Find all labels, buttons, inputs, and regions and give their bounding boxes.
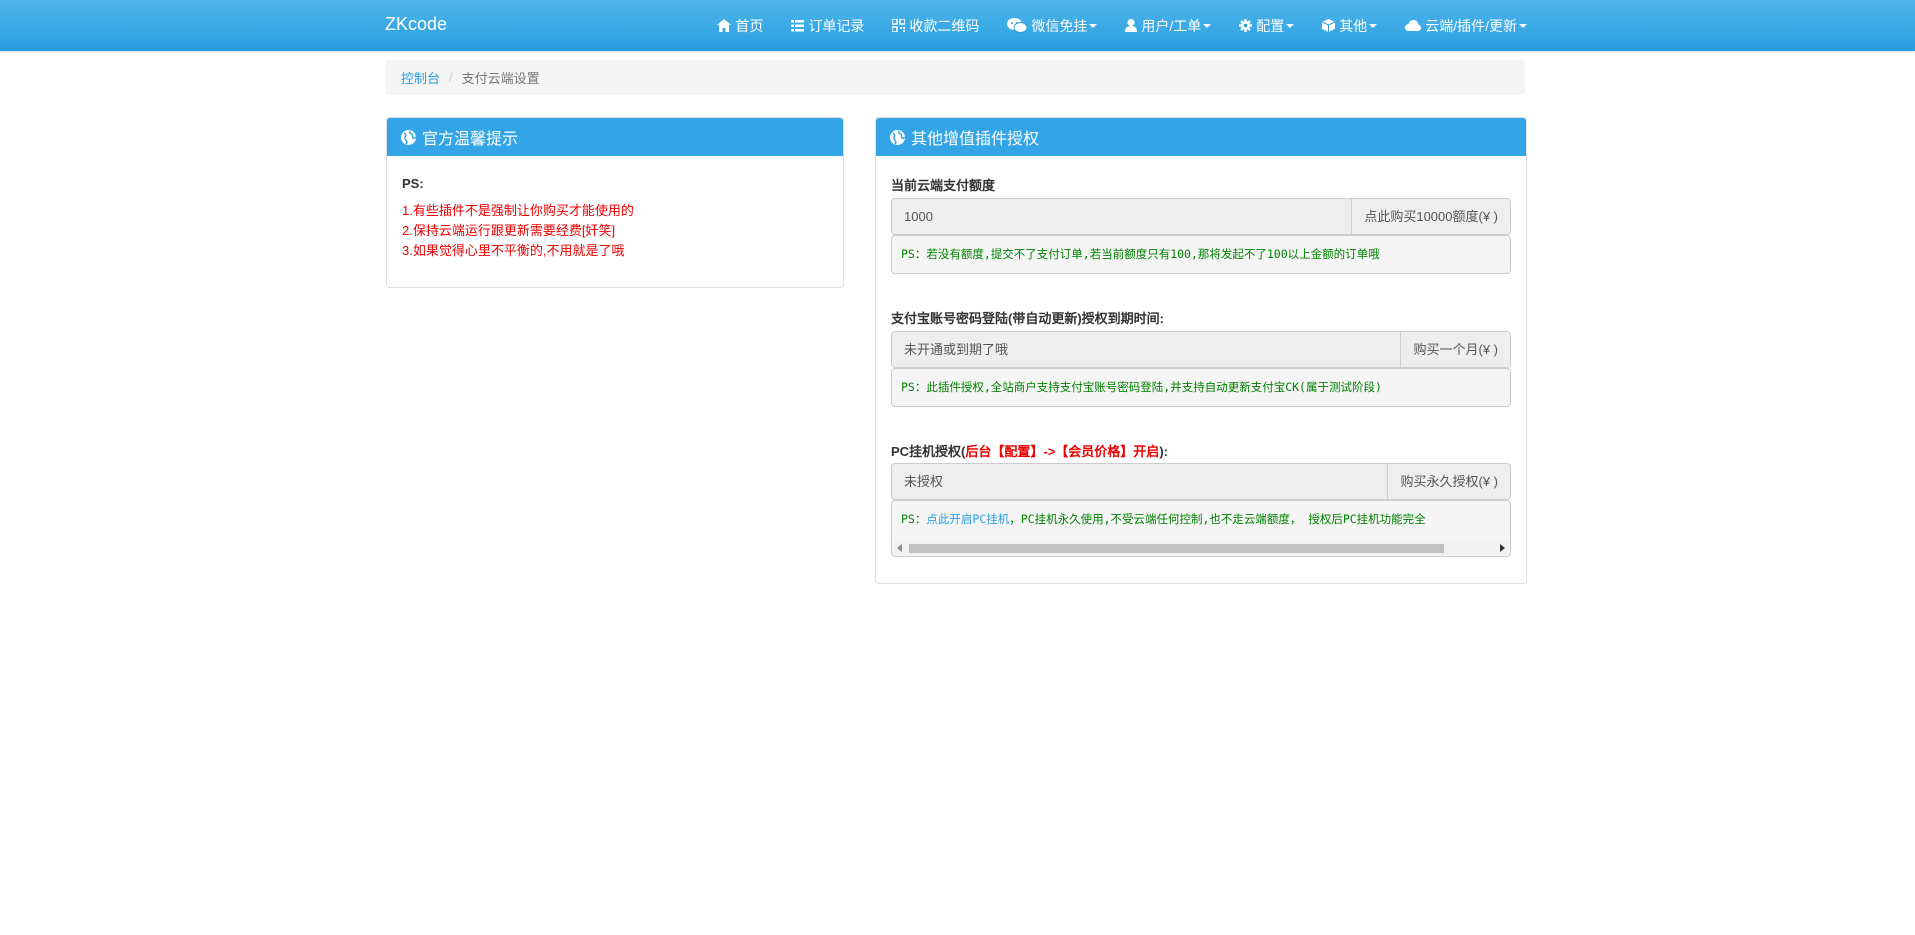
nav-menu: 首页 订单记录 收款二维码 微信免挂 用户/工单 配置 其他 云端/插件/更新: [689, 0, 1527, 51]
breadcrumb: 控制台 / 支付云端设置: [385, 60, 1525, 95]
alipay-input-group: 未开通或到期了哦 购买一个月(¥ ): [891, 331, 1511, 368]
wechat-icon: [1007, 18, 1028, 33]
qrcode-icon: [892, 19, 906, 32]
tip-line: 1.有些插件不是强制让你购买才能使用的: [402, 203, 634, 218]
pc-label-suffix: ):: [1159, 444, 1168, 459]
caret-down-icon: [1519, 23, 1527, 28]
breadcrumb-home-link[interactable]: 控制台: [401, 68, 440, 87]
breadcrumb-separator: /: [449, 70, 453, 85]
tip-line: 3.如果觉得心里不平衡的,不用就是了哦: [402, 243, 625, 258]
pc-note-prefix: PS：: [901, 512, 927, 526]
caret-down-icon: [1089, 23, 1098, 28]
pc-note-rest: ，PC挂机永久使用,不受云端任何控制,也不走云端额度， 授权后PC挂机功能完全: [1009, 512, 1426, 526]
quota-input-group: 1000 点此购买10000额度(¥ ): [891, 198, 1511, 235]
nav-qrcode-label: 收款二维码: [909, 17, 980, 34]
globe-icon: [401, 129, 416, 145]
scroll-right-icon[interactable]: [1500, 544, 1505, 552]
official-tips-panel: 官方温馨提示 PS: 1.有些插件不是强制让你购买才能使用的 2.保持云端运行跟…: [386, 117, 844, 288]
buy-alipay-button[interactable]: 购买一个月(¥ ): [1400, 331, 1511, 368]
tip-line: 2.保持云端运行跟更新需要经费[奸笑]: [402, 223, 616, 238]
quota-note: PS：若没有额度,提交不了支付订单,若当前额度只有100,那将发起不了100以上…: [891, 235, 1511, 274]
pc-label-prefix: PC挂机授权(: [891, 444, 966, 459]
gear-icon: [1239, 19, 1253, 32]
official-tips-title: 官方温馨提示: [422, 131, 519, 148]
alipay-note: PS：此插件授权,全站商户支持支付宝账号密码登陆,并支持自动更新支付宝CK(属于…: [891, 368, 1511, 407]
scroll-left-icon[interactable]: [897, 544, 902, 552]
nav-users[interactable]: 用户/工单: [1125, 16, 1212, 36]
nav-cloud[interactable]: 云端/插件/更新: [1405, 16, 1527, 36]
nav-home-label: 首页: [735, 17, 764, 34]
caret-down-icon: [1203, 23, 1212, 28]
nav-orders[interactable]: 订单记录: [791, 16, 864, 36]
pc-license-input[interactable]: 未授权: [891, 463, 1388, 500]
cloud-icon: [1405, 20, 1422, 31]
plugin-license-panel: 其他增值插件授权 当前云端支付额度 1000 点此购买10000额度(¥ ) P…: [875, 117, 1527, 584]
alipay-label: 支付宝账号密码登陆(带自动更新)授权到期时间:: [891, 311, 1164, 326]
globe-icon: [890, 129, 905, 145]
enable-pc-link[interactable]: 点此开启PC挂机: [926, 512, 1009, 526]
nav-other[interactable]: 其他: [1322, 16, 1378, 36]
caret-down-icon: [1369, 23, 1378, 28]
box-icon: [1322, 19, 1336, 32]
buy-quota-button[interactable]: 点此购买10000额度(¥ ): [1351, 198, 1511, 235]
breadcrumb-current: 支付云端设置: [461, 71, 540, 86]
nav-users-label: 用户/工单: [1141, 17, 1202, 34]
pc-note[interactable]: PS：点此开启PC挂机，PC挂机永久使用,不受云端任何控制,也不走云端额度， 授…: [891, 500, 1511, 557]
user-icon: [1125, 19, 1138, 32]
scrollbar-thumb[interactable]: [909, 544, 1444, 553]
nav-qrcode[interactable]: 收款二维码: [892, 16, 979, 36]
nav-wechat[interactable]: 微信免挂: [1007, 16, 1098, 36]
nav-cloud-label: 云端/插件/更新: [1425, 17, 1517, 34]
pc-input-group: 未授权 购买永久授权(¥ ): [891, 463, 1511, 500]
horizontal-scrollbar[interactable]: [893, 541, 1509, 555]
nav-config[interactable]: 配置: [1239, 16, 1295, 36]
nav-orders-label: 订单记录: [808, 17, 865, 34]
quota-label: 当前云端支付额度: [891, 178, 996, 193]
ps-title: PS:: [402, 176, 424, 191]
official-tips-heading: 官方温馨提示: [387, 118, 843, 156]
list-icon: [791, 19, 805, 31]
nav-other-label: 其他: [1339, 17, 1368, 34]
nav-config-label: 配置: [1256, 17, 1285, 34]
caret-down-icon: [1286, 23, 1295, 28]
nav-wechat-label: 微信免挂: [1031, 17, 1088, 34]
plugin-license-heading: 其他增值插件授权: [876, 118, 1526, 156]
pc-label-highlight: 后台【配置】->【会员价格】开启: [965, 444, 1160, 459]
top-navbar: ZKcode 首页 订单记录 收款二维码 微信免挂 用户/工单 配置 其他 云端…: [0, 0, 1915, 51]
quota-input[interactable]: 1000: [891, 198, 1352, 235]
alipay-expiry-input[interactable]: 未开通或到期了哦: [891, 331, 1401, 368]
pc-label: PC挂机授权(后台【配置】->【会员价格】开启):: [891, 441, 1168, 460]
nav-home[interactable]: 首页: [717, 16, 763, 36]
plugin-license-title: 其他增值插件授权: [911, 131, 1040, 148]
buy-pc-button[interactable]: 购买永久授权(¥ ): [1387, 463, 1511, 500]
brand-logo[interactable]: ZKcode: [385, 14, 447, 35]
home-icon: [717, 19, 732, 32]
